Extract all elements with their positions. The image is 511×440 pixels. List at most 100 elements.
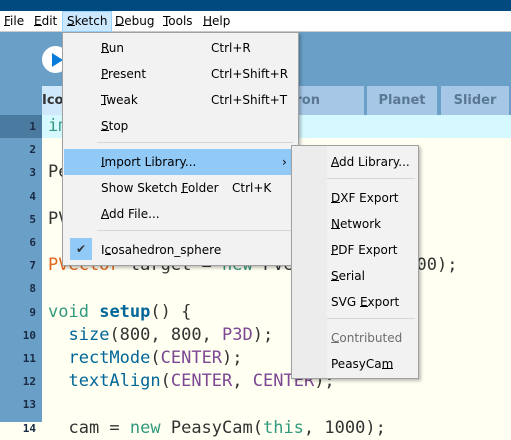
menu-item-label: Serial [331,269,365,283]
submenu-item-pdf-export[interactable]: PDF Export [293,237,417,263]
import-library-submenu: Add Library... DXF Export Network PDF Expor… [291,145,419,379]
menu-tools[interactable]: Tools [159,11,197,32]
menu-item-shortcut: Ctrl+Shift+R [211,67,289,81]
code-token: textAlign [68,371,161,392]
sketch-menu: Run Ctrl+R Present Ctrl+Shift+R Tweak Ctrl+Sh… [62,32,299,266]
menu-label: Edit [34,14,58,28]
submenu-item-dxf-export[interactable]: DXF Export [293,185,417,211]
code-token: size [68,324,110,345]
menu-item-shortcut: Ctrl+R [211,41,251,55]
code-token: cam = [48,417,130,438]
line-number: 11 [22,352,36,365]
code-token: CENTER [160,348,223,368]
menu-bar: File Edit Sketch Debug Tools Help [0,11,511,32]
submenu-item-peasycam[interactable]: PeasyCam [293,351,417,377]
code-text: cam = new PeasyCam(this, 1000); [48,417,386,440]
line-number: 14 [22,421,36,435]
menu-item-label: PeasyCam [331,357,394,371]
menu-item-label: Run [101,41,125,55]
line-number: 1 [29,120,36,133]
menu-item-shortcut: Ctrl+K [232,181,272,195]
code-token: ( [160,371,171,392]
submenu-item-contributed: Contributed [293,325,417,351]
code-text: size(800, 800, P3D); [48,324,273,347]
submenu-item-serial[interactable]: Serial [293,263,417,289]
code-token: new [129,417,161,438]
code-token: () { [150,301,192,322]
menu-item-run[interactable]: Run Ctrl+R [64,35,297,61]
menu-item-label: Import Library... [101,155,197,169]
checkmark-icon: ✔ [70,238,92,260]
chevron-right-icon: › [282,155,287,169]
menu-item-show-sketch-folder[interactable]: Show Sketch Folder Ctrl+K [64,175,297,201]
line-number: 9 [29,305,36,319]
code-token: , 1000); [303,417,386,438]
menu-item-import-library[interactable]: Import Library... › [64,149,291,175]
code-line: 11 rectMode(CENTER); [0,347,511,370]
code-token: ( [150,348,161,368]
menu-item-label: Present [101,67,147,81]
submenu-item-svg-export[interactable]: SVG Export [293,289,417,315]
code-line: 12 textAlign(CENTER, CENTER); [0,370,511,393]
menu-separator [327,178,415,179]
code-line: 10 size(800, 800, P3D); [0,324,511,347]
menu-edit[interactable]: Edit [30,11,61,32]
menu-item-add-file[interactable]: Add File... [64,201,297,227]
menu-item-label: PDF Export [331,243,398,257]
line-number: 4 [29,189,36,203]
code-text: rectMode(CENTER); [48,347,242,370]
menu-item-label: Add File... [101,207,160,221]
submenu-item-network[interactable]: Network [293,211,417,237]
line-number: 2 [29,143,36,157]
code-token: PeasyCam( [160,417,263,438]
line-number: 13 [22,398,36,412]
code-text: void setup() { [48,301,191,324]
tab-slider[interactable]: Slider [441,86,509,115]
code-token: rectMode [68,348,151,368]
code-token: (800, 800, [109,324,223,345]
menu-item-label: Add Library... [331,155,410,169]
menu-item-label: Show Sketch Folder [101,181,219,195]
menu-sketch[interactable]: Sketch [62,11,113,32]
menu-label: Debug [115,14,155,28]
menu-help[interactable]: Help [199,11,234,32]
code-line: 8 [0,277,511,300]
menu-file[interactable]: File [0,11,28,32]
line-number: 7 [29,259,36,273]
menu-item-label: Tweak [101,93,138,107]
code-token: setup [99,301,151,322]
menu-item-label: Stop [101,119,129,133]
menu-item-icosahedron-sphere[interactable]: ✔ Icosahedron_sphere [64,237,297,263]
code-line: 14 cam = new PeasyCam(this, 1000); [0,417,511,440]
menu-separator [97,142,293,143]
line-number: 12 [22,375,36,389]
menu-debug[interactable]: Debug [111,11,158,32]
code-token: void [48,301,89,322]
menu-item-stop[interactable]: Stop [64,113,297,139]
code-token: CENTER [170,371,233,392]
menu-item-label: SVG Export [331,295,400,309]
menu-item-shortcut: Ctrl+Shift+T [211,93,288,107]
submenu-item-add-library[interactable]: Add Library... [293,149,417,175]
menu-label: Tools [163,14,193,28]
menu-label: Help [203,14,231,28]
code-line: 13 [0,393,511,416]
menu-label: Sketch [67,14,108,28]
menu-item-label: Contributed [331,331,403,345]
code-token: ); [252,324,274,345]
line-number: 6 [29,236,36,249]
code-line: 9 void setup() { [0,301,511,324]
code-token: P3D [222,324,253,345]
tab-planet[interactable]: Planet [367,86,437,115]
code-token: , [232,371,253,392]
menu-item-present[interactable]: Present Ctrl+Shift+R [64,61,297,87]
title-bar [0,0,511,11]
line-number: 3 [29,166,36,180]
menu-item-label: Icosahedron_sphere [101,243,222,257]
menu-item-tweak[interactable]: Tweak Ctrl+Shift+T [64,87,297,113]
line-number: 5 [29,212,36,226]
menu-separator [97,230,293,231]
